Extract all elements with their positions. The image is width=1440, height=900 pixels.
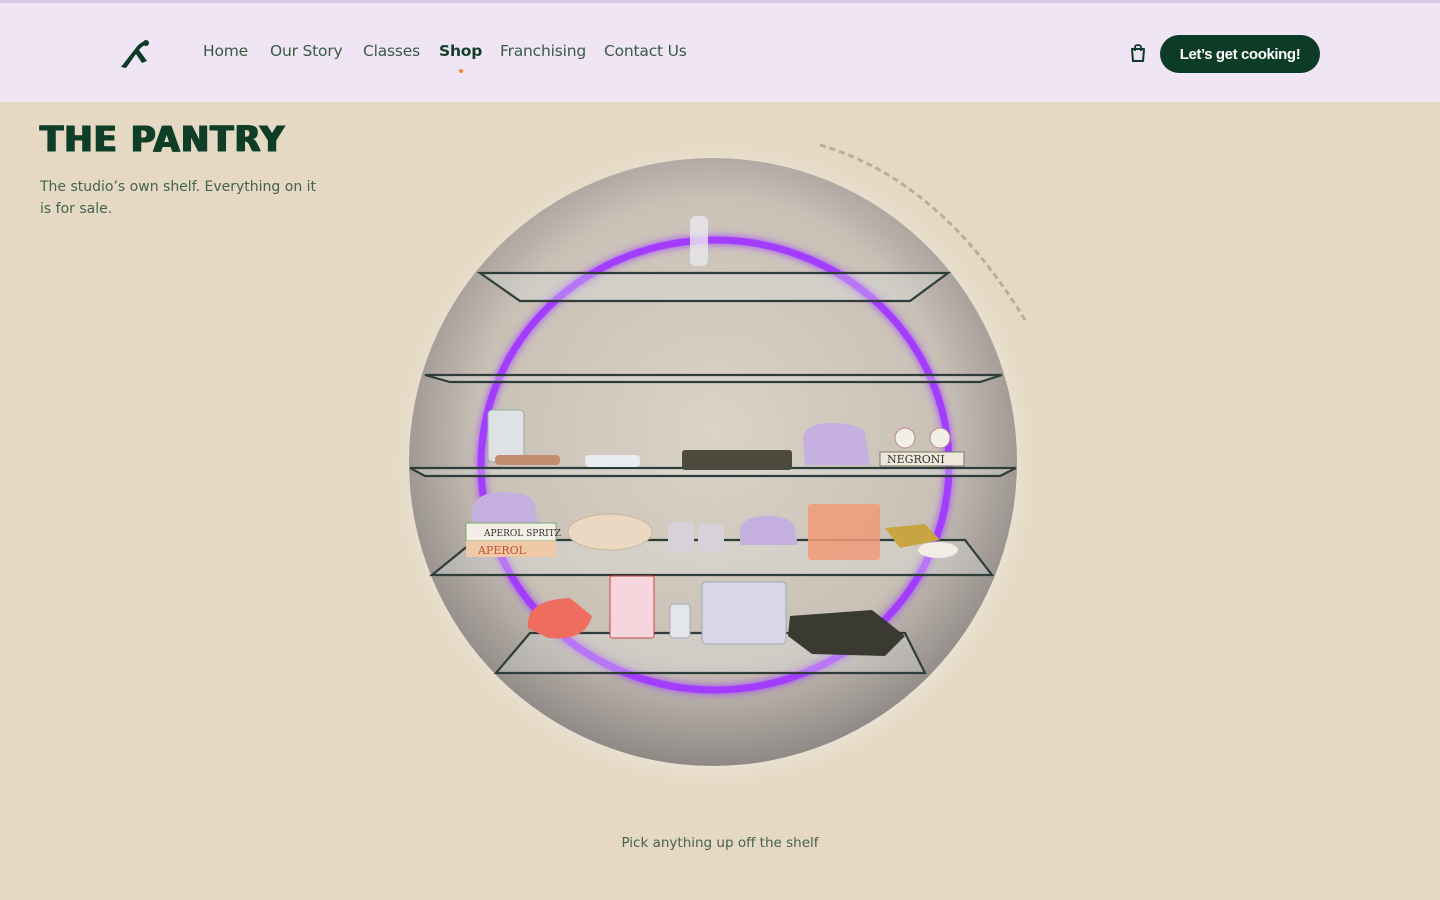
shelf-caption: Pick anything up off the shelf (621, 835, 819, 851)
nav-classes[interactable]: Classes (363, 42, 420, 60)
mug-2 (929, 427, 951, 449)
brand-logo-icon[interactable] (117, 37, 153, 71)
aperol-spritz-label: APEROL SPRITZ (483, 529, 561, 539)
nav-shop[interactable]: Shop (439, 42, 483, 73)
nav-franchising[interactable]: Franchising (500, 42, 586, 60)
circular-shelf-illustration: NEGRONI APEROL SPRITZ APEROL (385, 135, 1045, 795)
mug-3 (668, 522, 694, 552)
negroni-book-label: NEGRONI (887, 453, 945, 466)
nav-contact-us-label: Contact Us (604, 42, 687, 60)
printed-tote (701, 581, 787, 645)
small-dish (918, 542, 958, 558)
nav-shop-label: Shop (439, 42, 483, 60)
wooden-board (495, 455, 560, 465)
nav-home-label: Home (203, 42, 248, 60)
mug-1 (894, 427, 916, 449)
dish-towel (585, 455, 640, 467)
folded-apron (682, 450, 792, 470)
lets-get-cooking-button[interactable]: Let’s get cooking! (1160, 35, 1320, 73)
page-subtitle: The studio’s own shelf. Everything on it… (40, 179, 317, 217)
nav-contact-us[interactable]: Contact Us (604, 42, 687, 60)
nav-our-story-label: Our Story (270, 42, 343, 60)
glass-cup (669, 603, 691, 639)
pantry-shelf-image: NEGRONI APEROL SPRITZ APEROL (380, 120, 1060, 800)
nav-home[interactable]: Home (203, 42, 248, 60)
page-title: THE PANTRY (40, 119, 286, 161)
nav-franchising-label: Franchising (500, 42, 586, 60)
site-header: Home Our Story Classes Shop Franchising … (0, 3, 1440, 102)
shelf-1 (476, 271, 952, 303)
shelf-2 (424, 373, 1003, 384)
gift-box (609, 575, 655, 639)
aperol-book-label: APEROL (477, 544, 527, 557)
glass-sculpture (690, 216, 708, 266)
shopping-bag-icon[interactable] (1129, 43, 1147, 63)
lavender-cap-top (803, 422, 870, 465)
active-indicator-dot (458, 69, 463, 73)
orange-pouch (808, 504, 880, 560)
mug-4 (698, 524, 724, 552)
glass-jar (487, 409, 525, 463)
nav-classes-label: Classes (363, 42, 420, 60)
nav-our-story[interactable]: Our Story (270, 42, 343, 60)
wicker-bowl (567, 513, 653, 551)
